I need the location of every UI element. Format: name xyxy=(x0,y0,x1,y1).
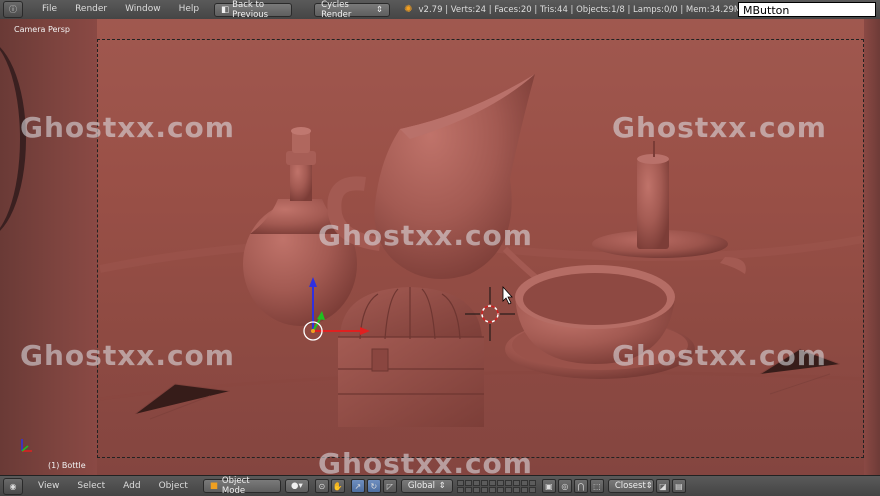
view-menu: View Select Add Object xyxy=(29,477,197,496)
editor-type-button[interactable]: ⓘ xyxy=(3,1,23,18)
render-engine-label: Cycles Render xyxy=(321,0,352,20)
info-header: ⓘ File Render Window Help ◧ Back to Prev… xyxy=(0,0,880,20)
lock-icon: ▣ xyxy=(545,481,553,491)
rotate-manipulator-button[interactable]: ↻ xyxy=(366,479,381,493)
manipulator-toggle[interactable]: ✋ xyxy=(330,479,345,493)
3d-viewport[interactable]: Camera Persp (1) Bottle Ghostxx.com Ghos… xyxy=(0,19,880,475)
info-icon: ⓘ xyxy=(9,5,17,14)
view-name: Camera Persp xyxy=(14,25,70,34)
snap-element-icon: ⬚ xyxy=(593,481,601,491)
blender-logo-icon: ✺ xyxy=(404,4,413,15)
transform-orientation-select[interactable]: Global ⇕ xyxy=(400,479,453,493)
editor-type-button[interactable]: ◉ xyxy=(3,477,23,495)
menu-render[interactable]: Render xyxy=(66,0,116,19)
back-icon: ◧ xyxy=(221,4,230,15)
snap-element-button[interactable]: ⬚ xyxy=(589,479,604,493)
proportional-icon: ◎ xyxy=(561,481,569,491)
scale-icon: ◸ xyxy=(386,481,393,491)
solid-sphere-icon: ●▾ xyxy=(291,481,303,491)
watermark: Ghostxx.com xyxy=(612,111,827,144)
watermark: Ghostxx.com xyxy=(20,339,235,372)
active-object-label: (1) Bottle xyxy=(48,461,86,470)
pivot-point-button[interactable]: ⊙ xyxy=(314,479,329,493)
opengl-render-button[interactable]: ◪ xyxy=(655,479,670,493)
proportional-edit-button[interactable]: ◎ xyxy=(557,479,572,493)
scene-stats: v2.79 | Verts:24 | Faces:20 | Tris:44 | … xyxy=(418,4,775,15)
camera-icon: ◪ xyxy=(659,481,667,491)
mode-select[interactable]: ■ Object Mode xyxy=(202,476,281,496)
menu-add[interactable]: Add xyxy=(114,477,149,496)
back-to-previous-button[interactable]: ◧ Back to Previous xyxy=(214,0,293,20)
menu-help[interactable]: Help xyxy=(170,0,209,19)
magnet-icon: ⋂ xyxy=(577,481,585,491)
viewport-shading-select[interactable]: ●▾ xyxy=(284,479,309,493)
snap-target-select[interactable]: Closest ⇕ xyxy=(607,479,654,493)
watermark: Ghostxx.com xyxy=(318,447,533,475)
snap-target-label: Closest xyxy=(614,481,646,491)
hand-icon: ✋ xyxy=(332,481,343,491)
view3d-icon: ◉ xyxy=(9,481,17,491)
axis-gizmo xyxy=(21,439,32,452)
3d-view-header: ◉ View Select Add Object ■ Object Mode ●… xyxy=(0,475,880,496)
object-mode-icon: ■ xyxy=(209,481,218,491)
select-arrows-icon: ⇕ xyxy=(376,4,384,15)
orientation-label: Global xyxy=(407,481,435,491)
menu-view[interactable]: View xyxy=(29,477,68,496)
menu-object[interactable]: Object xyxy=(150,477,197,496)
top-menu: File Render Window Help xyxy=(33,0,208,19)
menu-file[interactable]: File xyxy=(33,0,66,19)
snap-toggle[interactable]: ⋂ xyxy=(573,479,588,493)
render-engine-select[interactable]: Cycles Render ⇕ xyxy=(314,0,391,20)
layer-lock-button[interactable]: ▣ xyxy=(541,479,556,493)
select-arrows-icon: ⇕ xyxy=(645,481,653,491)
select-arrows-icon: ⇕ xyxy=(438,481,446,491)
key-overlay: MButton xyxy=(738,2,876,17)
menu-select[interactable]: Select xyxy=(68,477,114,496)
rotate-icon: ↻ xyxy=(370,481,378,491)
mode-label: Object Mode xyxy=(221,476,250,496)
translate-icon: ↗ xyxy=(354,481,362,491)
watermark: Ghostxx.com xyxy=(318,219,533,252)
watermark: Ghostxx.com xyxy=(20,111,235,144)
translate-manipulator-button[interactable]: ↗ xyxy=(350,479,365,493)
pivot-icon: ⊙ xyxy=(318,481,326,491)
scale-manipulator-button[interactable]: ◸ xyxy=(382,479,397,493)
back-to-previous-label: Back to Previous xyxy=(232,0,269,20)
layer-buttons[interactable] xyxy=(456,479,536,493)
film-icon: ▤ xyxy=(675,481,683,491)
menu-window[interactable]: Window xyxy=(116,0,170,19)
opengl-anim-button[interactable]: ▤ xyxy=(671,479,686,493)
watermark: Ghostxx.com xyxy=(612,339,827,372)
